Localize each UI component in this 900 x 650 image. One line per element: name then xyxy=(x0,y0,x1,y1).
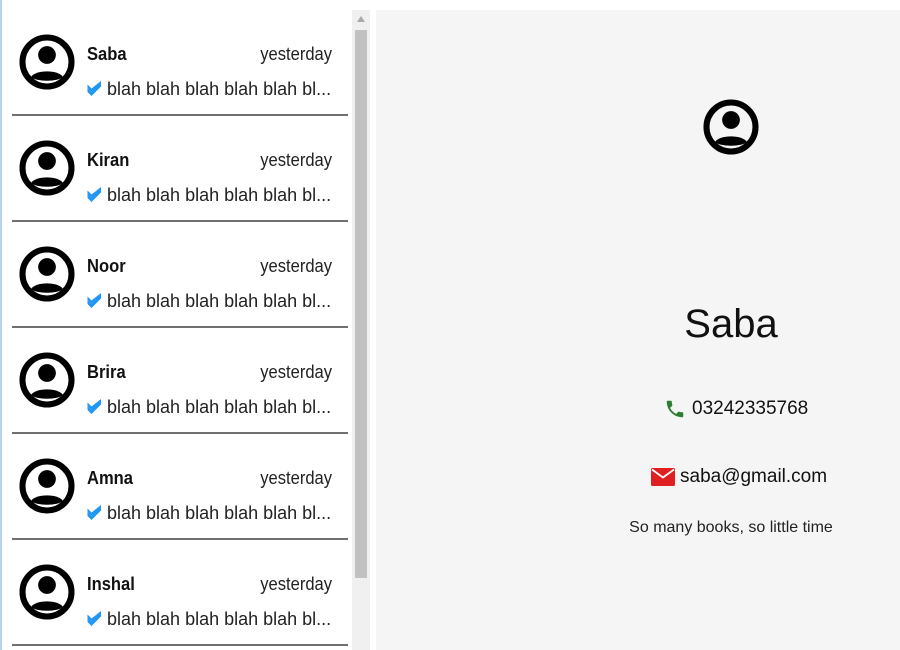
message-preview: blah blah blah blah blah bl... xyxy=(107,609,332,629)
contact-bio: So many books, so little time xyxy=(629,519,833,536)
message-preview: blah blah blah blah blah bl... xyxy=(107,185,332,205)
scrollbar-thumb[interactable] xyxy=(355,30,367,578)
chat-list-scrollbar[interactable] xyxy=(352,10,370,650)
scroll-up-arrow-icon[interactable] xyxy=(352,10,370,28)
contact-name: Inshal xyxy=(87,574,135,594)
message-time: yesterday xyxy=(260,150,332,170)
chat-list-item[interactable]: Inshal yesterday blah blah blah blah bla… xyxy=(2,540,352,646)
message-preview: blah blah blah blah blah bl... xyxy=(107,79,332,99)
account-circle-icon xyxy=(19,31,75,93)
chat-list: Saba yesterday blah blah blah blah blah … xyxy=(2,0,352,650)
account-circle-icon xyxy=(19,455,75,517)
contact-name: Noor xyxy=(87,256,126,276)
message-time: yesterday xyxy=(260,362,332,382)
message-time: yesterday xyxy=(260,256,332,276)
message-time: yesterday xyxy=(260,574,332,594)
chat-list-item[interactable]: Brira yesterday blah blah blah blah blah… xyxy=(2,328,352,434)
email-address: saba@gmail.com xyxy=(680,466,828,487)
account-circle-icon xyxy=(19,243,75,305)
contacts-app: Saba yesterday blah blah blah blah blah … xyxy=(0,0,900,650)
double-check-icon xyxy=(86,504,104,522)
contact-detail-name: Saba xyxy=(684,302,778,346)
double-check-icon xyxy=(86,292,104,310)
message-time: yesterday xyxy=(260,44,332,64)
account-circle-icon xyxy=(19,561,75,623)
divider xyxy=(12,644,348,646)
contact-name: Kiran xyxy=(87,150,130,170)
chat-list-item[interactable]: Noor yesterday blah blah blah blah blah … xyxy=(2,222,352,328)
double-check-icon xyxy=(86,610,104,628)
contact-name: Saba xyxy=(87,44,127,64)
phone-icon xyxy=(664,398,686,420)
double-check-icon xyxy=(86,186,104,204)
account-circle-icon xyxy=(19,349,75,411)
double-check-icon xyxy=(86,80,104,98)
contact-name: Amna xyxy=(87,468,134,488)
account-circle-icon xyxy=(703,96,759,158)
phone-number: 03242335768 xyxy=(692,398,809,419)
chat-list-item[interactable]: Kiran yesterday blah blah blah blah blah… xyxy=(2,116,352,222)
account-circle-icon xyxy=(19,137,75,199)
contact-name: Brira xyxy=(87,362,126,382)
message-preview: blah blah blah blah blah bl... xyxy=(107,291,332,311)
message-preview: blah blah blah blah blah bl... xyxy=(107,503,332,523)
chat-list-item[interactable]: Saba yesterday blah blah blah blah blah … xyxy=(2,10,352,116)
chat-list-item[interactable]: Amna yesterday blah blah blah blah blah … xyxy=(2,434,352,540)
phone-row[interactable]: 03242335768 xyxy=(664,396,808,422)
message-time: yesterday xyxy=(260,468,332,488)
mail-icon xyxy=(651,468,675,486)
double-check-icon xyxy=(86,398,104,416)
message-preview: blah blah blah blah blah bl... xyxy=(107,397,332,417)
contact-details-panel: Saba 03242335768 saba@gmail.com So many … xyxy=(376,10,900,650)
email-row[interactable]: saba@gmail.com xyxy=(651,464,827,490)
